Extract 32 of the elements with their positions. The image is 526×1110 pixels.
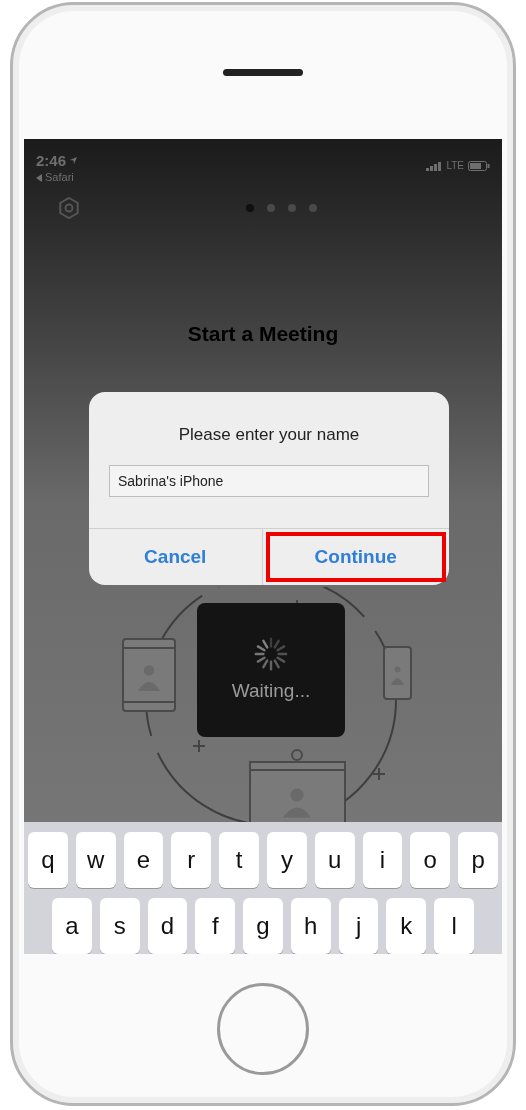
keyboard-key[interactable]: r <box>171 832 212 888</box>
clock-time: 2:46 <box>36 153 67 168</box>
keyboard-key[interactable]: a <box>52 898 92 954</box>
keyboard-key[interactable]: j <box>338 898 379 954</box>
location-arrow-icon <box>69 156 79 165</box>
keyboard-key[interactable]: h <box>290 898 331 954</box>
keyboard-key[interactable]: u <box>314 832 355 888</box>
screen-title: Start a Meeting <box>187 321 339 347</box>
keyboard-key[interactable]: g <box>243 898 283 954</box>
keyboard-key[interactable]: l <box>434 898 475 954</box>
waiting-label: Waiting... <box>231 678 311 703</box>
keyboard-key[interactable]: i <box>362 832 403 888</box>
dialog-title: Please enter your name <box>178 424 360 446</box>
keyboard-key[interactable]: q <box>28 832 68 888</box>
keyboard-key[interactable]: k <box>386 898 427 954</box>
keyboard-key[interactable]: d <box>147 898 188 954</box>
keyboard-key[interactable]: f <box>195 898 236 954</box>
keyboard-key[interactable]: y <box>267 832 307 888</box>
network-label: LTE <box>446 161 464 171</box>
name-input-field[interactable]: Sabrina's iPhone <box>109 464 429 497</box>
dialog-button[interactable]: Cancel <box>89 529 263 585</box>
keyboard-key[interactable]: o <box>410 832 451 888</box>
keyboard-key[interactable]: s <box>99 898 140 954</box>
battery-icon <box>468 161 490 171</box>
keyboard-key[interactable]: t <box>219 832 259 888</box>
signal-icon <box>426 161 443 171</box>
dialog-button[interactable]: Continue <box>265 532 446 582</box>
keyboard-key[interactable]: p <box>458 832 498 888</box>
keyboard-key[interactable]: w <box>75 832 116 888</box>
back-triangle-icon <box>36 173 42 182</box>
settings-icon[interactable] <box>57 196 81 220</box>
keyboard-key[interactable]: e <box>123 832 164 888</box>
